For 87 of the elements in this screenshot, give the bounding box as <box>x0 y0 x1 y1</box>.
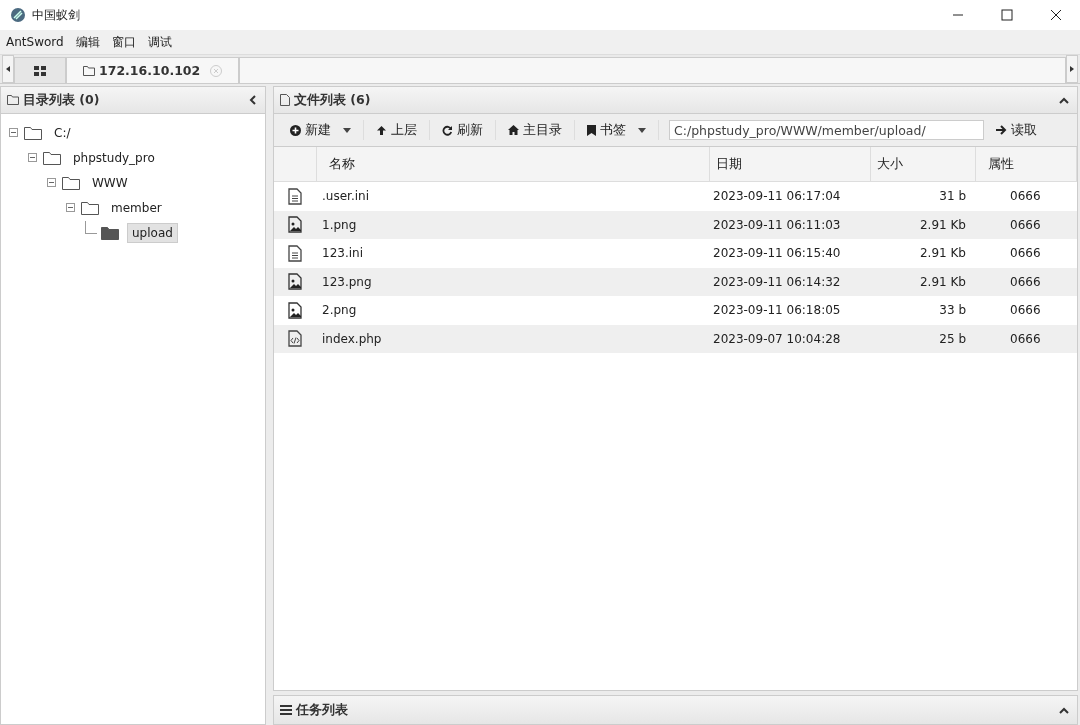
table-cell-text: 0666 <box>1009 217 1042 232</box>
file-name[interactable]: 2.png <box>316 303 708 318</box>
toolbar-button[interactable]: 上层 <box>370 117 423 143</box>
collapse-toggle-icon[interactable] <box>66 203 77 212</box>
scroll-left-button[interactable] <box>2 55 14 83</box>
file-name[interactable]: 123.ini <box>316 246 708 261</box>
scroll-right-button[interactable] <box>1066 55 1078 83</box>
plus-circle-icon <box>290 124 301 136</box>
collapse-toggle-icon[interactable] <box>47 178 58 187</box>
table-cell-text: 0666 <box>1009 189 1042 204</box>
column-header[interactable]: 属性 <box>976 147 1077 181</box>
tree-item[interactable]: WWW <box>88 173 132 192</box>
column-header[interactable]: 大小 <box>871 147 976 181</box>
chevron-up-icon <box>1059 96 1069 104</box>
close-icon <box>1049 9 1062 21</box>
table-cell-text: 2.91 Kb <box>918 246 967 261</box>
folder-icon <box>24 125 42 140</box>
table-cell-text: 2023-09-11 06:11:03 <box>712 217 842 232</box>
menu-item[interactable]: 编辑 <box>75 33 100 51</box>
grid-icon <box>34 65 46 76</box>
triangle-left-icon <box>6 66 10 72</box>
folder-icon <box>81 200 99 215</box>
toolbar-button[interactable]: 书签 <box>581 117 652 143</box>
collapse-toggle-icon[interactable] <box>9 128 20 137</box>
column-header[interactable]: 名称 <box>317 147 710 181</box>
text-file-icon <box>288 187 302 205</box>
panel-title: 目录列表 (0) <box>23 91 100 109</box>
menu-item[interactable]: 窗口 <box>111 33 136 51</box>
table-cell-text: 0666 <box>1009 246 1042 261</box>
file-name[interactable]: index.php <box>316 331 708 346</box>
refresh-icon <box>442 124 453 136</box>
image-file-icon <box>288 301 302 319</box>
table-cell-text: 33 b <box>938 303 967 318</box>
arrow-up-icon <box>376 124 387 136</box>
panel-title: 文件列表 (6) <box>294 91 371 109</box>
tree-item[interactable]: phpstudy_pro <box>69 148 159 167</box>
collapse-toggle-icon[interactable] <box>28 153 39 162</box>
toolbar-button[interactable]: 新建 <box>284 117 357 143</box>
tree-item[interactable]: upload <box>127 222 178 243</box>
folder-icon <box>43 150 61 165</box>
list-icon <box>280 705 292 715</box>
text-file-icon <box>288 244 302 262</box>
bookmark-icon <box>587 124 596 136</box>
table-cell-text: 0666 <box>1009 274 1042 289</box>
chevron-left-icon <box>249 95 257 105</box>
table-cell-text: 2.91 Kb <box>918 217 967 232</box>
column-header[interactable]: 日期 <box>710 147 871 181</box>
folder-icon <box>62 175 80 190</box>
read-button[interactable]: 读取 <box>990 117 1043 143</box>
table-cell-text: 25 b <box>938 331 967 346</box>
file-icon <box>280 94 290 106</box>
home-icon <box>508 125 519 135</box>
tab[interactable]: 172.16.10.102 <box>66 57 240 83</box>
table-cell-text: 2023-09-07 10:04:28 <box>712 331 842 346</box>
path-field[interactable]: C:/phpstudy_pro/WWW/member/upload/ <box>669 120 984 140</box>
app-logo-icon <box>10 7 26 23</box>
collapse-left-button[interactable] <box>247 93 259 107</box>
arrow-right-icon <box>996 125 1007 135</box>
menu-item[interactable]: 调试 <box>147 33 172 51</box>
tab[interactable] <box>14 57 66 83</box>
panel-title: 任务列表 <box>296 701 348 719</box>
table-cell-text: 2023-09-11 06:17:04 <box>712 189 842 204</box>
image-file-icon <box>288 216 302 234</box>
maximize-icon <box>1000 9 1013 21</box>
folder-icon <box>83 65 95 76</box>
table-cell-text: 2023-09-11 06:15:40 <box>712 246 842 261</box>
tree-item[interactable]: member <box>107 198 166 217</box>
file-name[interactable]: .user.ini <box>316 189 708 204</box>
triangle-right-icon <box>1070 66 1074 72</box>
window-title: 中国蚁剑 <box>32 6 80 24</box>
file-name[interactable]: 123.png <box>316 274 708 289</box>
image-file-icon <box>288 273 302 291</box>
table-cell-text: 2023-09-11 06:14:32 <box>712 274 842 289</box>
table-cell-text: 31 b <box>938 189 967 204</box>
table-cell-text: 0666 <box>1009 331 1042 346</box>
folder-icon <box>7 95 19 105</box>
tree-item[interactable]: C:/ <box>50 123 75 142</box>
file-name[interactable]: 1.png <box>316 217 708 232</box>
code-file-icon <box>288 330 302 348</box>
toolbar-button[interactable]: 主目录 <box>502 117 568 143</box>
table-cell-text: 2023-09-11 06:18:05 <box>712 303 842 318</box>
chevron-up-icon <box>1059 706 1069 714</box>
menu-item[interactable]: AntSword <box>6 35 64 49</box>
table-cell-text: 0666 <box>1009 303 1042 318</box>
table-cell-text: 2.91 Kb <box>918 274 967 289</box>
toolbar-button[interactable]: 刷新 <box>436 117 489 143</box>
folder-icon <box>101 225 119 240</box>
